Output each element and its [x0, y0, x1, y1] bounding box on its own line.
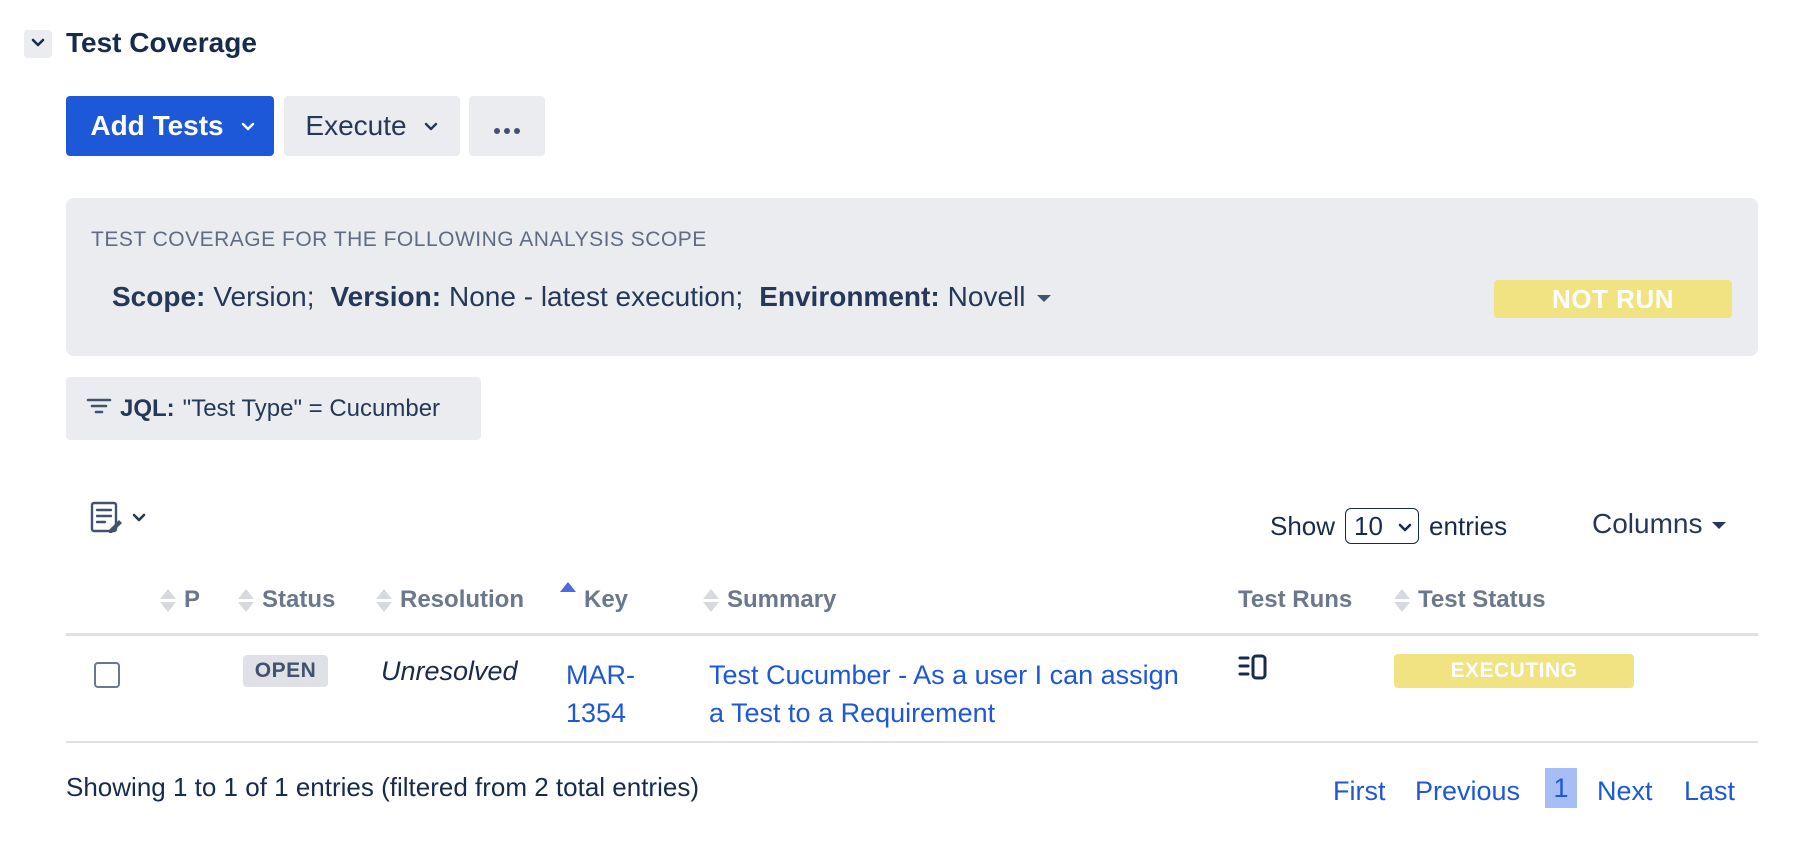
version-label: Version:: [330, 281, 442, 312]
environment-dropdown[interactable]: Novell: [948, 281, 1052, 313]
more-icon: [493, 110, 521, 142]
column-header-label: Key: [584, 586, 629, 613]
issue-summary-link[interactable]: Test Cucumber - As a user I can assign a…: [709, 656, 1209, 732]
summary-line: a Test to a Requirement: [709, 698, 996, 728]
add-tests-label: Add Tests: [90, 110, 224, 141]
column-header-label: Test Runs: [1238, 586, 1353, 613]
pager-current-page[interactable]: 1: [1545, 768, 1577, 808]
pager-first[interactable]: First: [1333, 776, 1385, 807]
jql-filter-chip[interactable]: JQL: "Test Type" = Cucumber: [66, 377, 481, 440]
column-header-label: P: [184, 586, 201, 613]
issue-key-link[interactable]: MAR- 1354: [566, 656, 656, 732]
environment-value: Novell: [947, 281, 1026, 312]
chevron-down-icon: [423, 118, 439, 134]
column-header-test-status[interactable]: Test Status: [1394, 586, 1546, 614]
section-title: Test Coverage: [66, 27, 257, 58]
environment-label: Environment:: [759, 281, 940, 312]
coverage-status-badge: NOT RUN: [1494, 280, 1732, 318]
more-actions-button[interactable]: [469, 96, 545, 156]
caret-down-icon: [1037, 294, 1052, 302]
show-label: Show: [1270, 510, 1336, 541]
sort-ascending-icon: [560, 581, 576, 605]
pager-next[interactable]: Next: [1597, 776, 1653, 807]
pager-last[interactable]: Last: [1684, 776, 1735, 807]
sort-icon: [703, 588, 719, 612]
execute-button[interactable]: Execute: [284, 96, 460, 156]
summary-line: Test Cucumber - As a user I can assign: [709, 660, 1179, 690]
analysis-scope-panel: [66, 198, 1758, 356]
table-view-menu[interactable]: [89, 500, 147, 541]
execute-label: Execute: [305, 110, 407, 141]
test-runs-icon[interactable]: [1238, 654, 1268, 687]
column-header-label: Summary: [727, 586, 837, 613]
sort-icon: [1394, 588, 1410, 612]
sort-icon: [160, 588, 176, 612]
analysis-scope-heading: TEST COVERAGE FOR THE FOLLOWING ANALYSIS…: [91, 228, 707, 251]
table-row-divider: [66, 741, 1758, 743]
pager-previous[interactable]: Previous: [1415, 776, 1520, 807]
page-size-control: Show 10 entries: [1270, 508, 1507, 544]
scope-value: Version;: [213, 281, 315, 312]
entries-label: entries: [1429, 510, 1508, 541]
jql-label: JQL:: [120, 394, 175, 422]
columns-label: Columns: [1592, 508, 1703, 539]
caret-down-icon: [1712, 521, 1727, 529]
chevron-down-icon: [131, 510, 147, 531]
page-size-select[interactable]: 10: [1345, 508, 1420, 544]
analysis-scope-line: Scope: Version; Version: None - latest e…: [112, 281, 1052, 313]
column-header-status[interactable]: Status: [238, 586, 335, 614]
column-header-resolution[interactable]: Resolution: [376, 586, 524, 614]
column-header-test-runs: Test Runs: [1238, 586, 1352, 614]
column-header-label: Test Status: [1418, 586, 1546, 613]
column-header-summary[interactable]: Summary: [703, 586, 836, 614]
list-edit-icon: [89, 500, 125, 541]
status-badge: OPEN: [243, 655, 328, 687]
chevron-down-icon: [240, 118, 256, 134]
column-header-label: Resolution: [400, 586, 524, 613]
jql-value: "Test Type" = Cucumber: [182, 394, 441, 422]
chevron-down-icon: [30, 34, 46, 55]
column-header-key[interactable]: Key: [560, 581, 629, 614]
scope-label: Scope:: [112, 281, 206, 312]
issue-key-line: 1354: [566, 698, 627, 728]
add-tests-button[interactable]: Add Tests: [66, 96, 274, 156]
columns-button[interactable]: Columns: [1592, 508, 1727, 540]
column-header-p[interactable]: P: [160, 586, 200, 614]
table-header-divider: [66, 633, 1758, 636]
collapse-section-button[interactable]: [24, 30, 52, 58]
chevron-down-icon: [1398, 511, 1412, 542]
page-size-value: 10: [1354, 510, 1383, 541]
test-status-badge: EXECUTING: [1394, 654, 1634, 688]
issue-key-line: MAR-: [566, 660, 635, 690]
version-value: None - latest execution;: [449, 281, 744, 312]
table-info: Showing 1 to 1 of 1 entries (filtered fr…: [66, 772, 699, 802]
sort-icon: [238, 588, 254, 612]
filter-icon: [86, 395, 112, 423]
column-header-label: Status: [262, 586, 336, 613]
sort-icon: [376, 588, 392, 612]
row-select-checkbox[interactable]: [94, 662, 120, 688]
resolution-value: Unresolved: [381, 656, 518, 686]
